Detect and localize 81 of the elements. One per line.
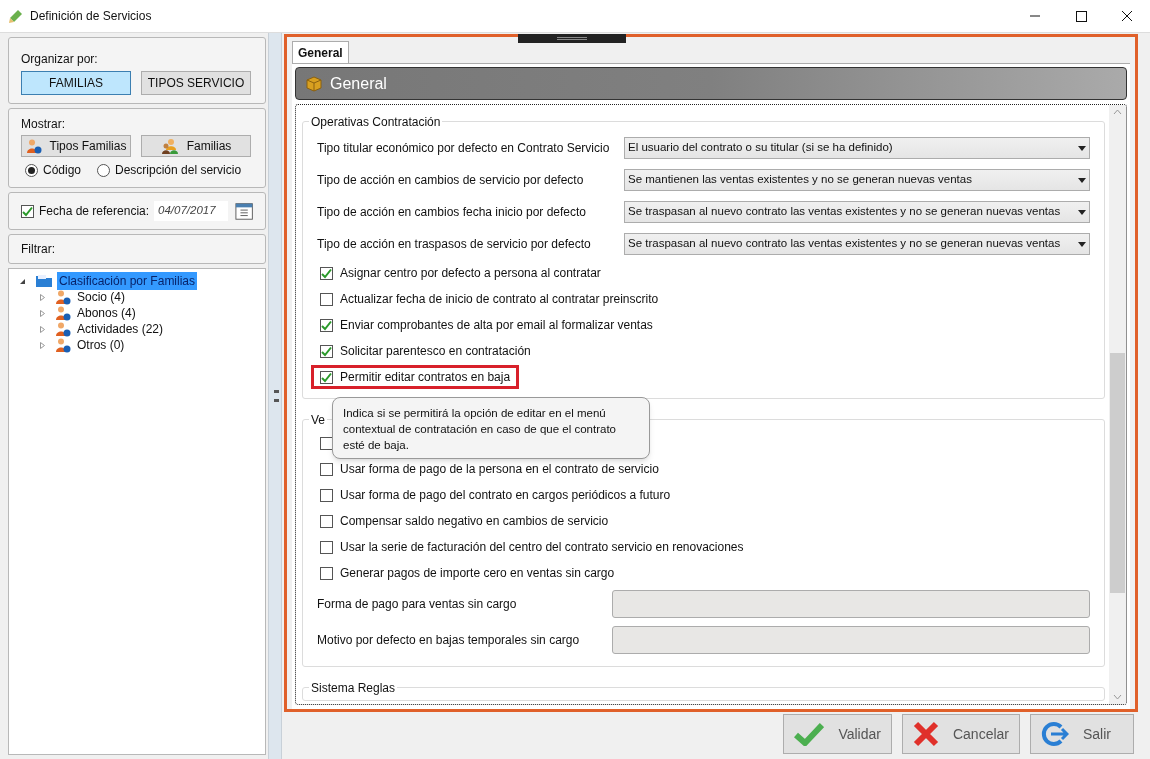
checkbox[interactable]: [320, 488, 333, 502]
field-label: Tipo de acción en cambios fecha inicio por defecto: [317, 204, 588, 221]
checkbox-label: Compensar saldo negativo en cambios de servicio: [340, 513, 609, 530]
person-icon: [55, 305, 71, 321]
input-field[interactable]: [612, 590, 1090, 618]
field-label: Tipo de acción en traspasos de servicio por defecto: [317, 236, 592, 253]
tab[interactable]: General: [292, 41, 349, 63]
checkbox-label: Usar forma de pago del contrato en cargos periódicos a futuro: [340, 487, 671, 504]
organize-button[interactable]: TIPOS SERVICIO: [141, 71, 251, 95]
action-button[interactable]: Salir: [1030, 714, 1134, 754]
organize-button[interactable]: FAMILIAS: [21, 71, 131, 95]
section-label: Mostrar:: [21, 116, 66, 133]
input-field[interactable]: [612, 626, 1090, 654]
window-title: Definición de Servicios: [30, 8, 152, 25]
folder-icon: [35, 274, 53, 288]
dropdown[interactable]: Se traspasan al nuevo contrato las ventas existentes y no se generan nuevas ventas: [624, 233, 1090, 255]
checkbox-label: Asignar centro por defecto a persona al contratar: [340, 265, 601, 282]
checkbox[interactable]: [320, 540, 333, 554]
checkmark-icon: [22, 205, 33, 217]
checkbox[interactable]: [320, 292, 333, 306]
dropdown-arrow-icon: [1078, 241, 1086, 247]
checkbox-label: Solicitar parentesco en contratación: [340, 343, 531, 360]
checkbox[interactable]: [320, 566, 333, 580]
action-button[interactable]: Cancelar: [901, 714, 1020, 754]
dropdown-arrow-icon: [1078, 209, 1086, 215]
checkmark-icon: [321, 319, 332, 331]
pencil-icon: [8, 8, 24, 24]
exit-icon: [1041, 721, 1069, 747]
tooltip: Indica si se permitirá la opción de editar en el menú contextual de contratación en caso de que el contrato esté de baja.: [332, 397, 650, 459]
dropdown[interactable]: Se traspasan al nuevo contrato las ventas existentes y no se generan nuevas ventas: [624, 201, 1090, 223]
tree-item[interactable]: Abonos (4): [75, 304, 138, 322]
person-icon: [55, 289, 71, 305]
checkbox-label: Usar forma de pago de la persona en el contrato de servicio: [340, 461, 659, 478]
tree-item[interactable]: Actividades (22): [75, 320, 166, 338]
checkbox[interactable]: [320, 318, 333, 332]
checkbox[interactable]: [320, 266, 333, 280]
check-icon: [794, 722, 825, 746]
person-icon: [25, 138, 42, 154]
checkbox-label: Actualizar fecha de inicio de contrato al contratar preinscrito: [340, 291, 659, 308]
tree-item[interactable]: Otros (0): [75, 336, 127, 354]
radio-button[interactable]: [25, 163, 38, 177]
action-button[interactable]: Validar: [783, 714, 892, 754]
checkbox-label: Usar la serie de facturación del centro del contrato servicio en renovaciones: [340, 539, 744, 556]
checkmark-icon: [321, 371, 332, 383]
field-label: Motivo por defecto en bajas temporales sin cargo: [317, 632, 581, 649]
cube-icon: [306, 75, 322, 92]
radio-label: Descripción del servicio: [115, 162, 242, 179]
dropdown-arrow-icon: [1078, 145, 1086, 151]
filter-label: Filtrar:: [21, 241, 55, 258]
checkbox-label: Permitir editar contratos en baja: [340, 369, 511, 386]
checkbox[interactable]: [21, 204, 34, 218]
radio-button[interactable]: [97, 163, 111, 177]
person-icon: [55, 337, 71, 353]
checkmark-icon: [321, 267, 332, 279]
tree-item[interactable]: Clasificación por Familias: [57, 272, 198, 290]
field-label: Tipo titular económico por defecto en Contrato Servicio: [317, 140, 611, 157]
dropdown-arrow-icon: [1078, 177, 1086, 183]
checkbox[interactable]: [320, 514, 333, 528]
person-icon: [55, 321, 71, 337]
people-icon: [160, 138, 179, 154]
field-label: Fecha de referencia:: [39, 203, 150, 220]
show-button[interactable]: Tipos Familias: [21, 135, 131, 157]
checkmark-icon: [321, 345, 332, 357]
tree-item[interactable]: Socio (4): [75, 288, 128, 306]
show-button[interactable]: Familias: [141, 135, 251, 157]
checkbox[interactable]: [320, 344, 333, 358]
field-label: Tipo de acción en cambios de servicio por defecto: [317, 172, 585, 189]
section-label: Organizar por:: [21, 51, 99, 68]
dropdown[interactable]: El usuario del contrato o su titular (si se ha definido): [624, 137, 1090, 159]
cross-icon: [912, 721, 939, 747]
dropdown[interactable]: Se mantienen las ventas existentes y no se generan nuevas ventas: [624, 169, 1090, 191]
date-field[interactable]: 04/07/2017: [154, 201, 228, 221]
checkbox[interactable]: [320, 462, 333, 476]
checkbox-label: Enviar comprobantes de alta por email al formalizar ventas: [340, 317, 653, 334]
checkbox[interactable]: [320, 370, 333, 384]
checkbox-label: Generar pagos de importe cero en ventas sin cargo: [340, 565, 615, 582]
calendar-icon[interactable]: [234, 201, 253, 221]
section-header: General: [295, 67, 1127, 100]
splitter-handle[interactable]: [518, 34, 626, 43]
field-label: Forma de pago para ventas sin cargo: [317, 596, 518, 613]
radio-label: Código: [43, 162, 82, 179]
